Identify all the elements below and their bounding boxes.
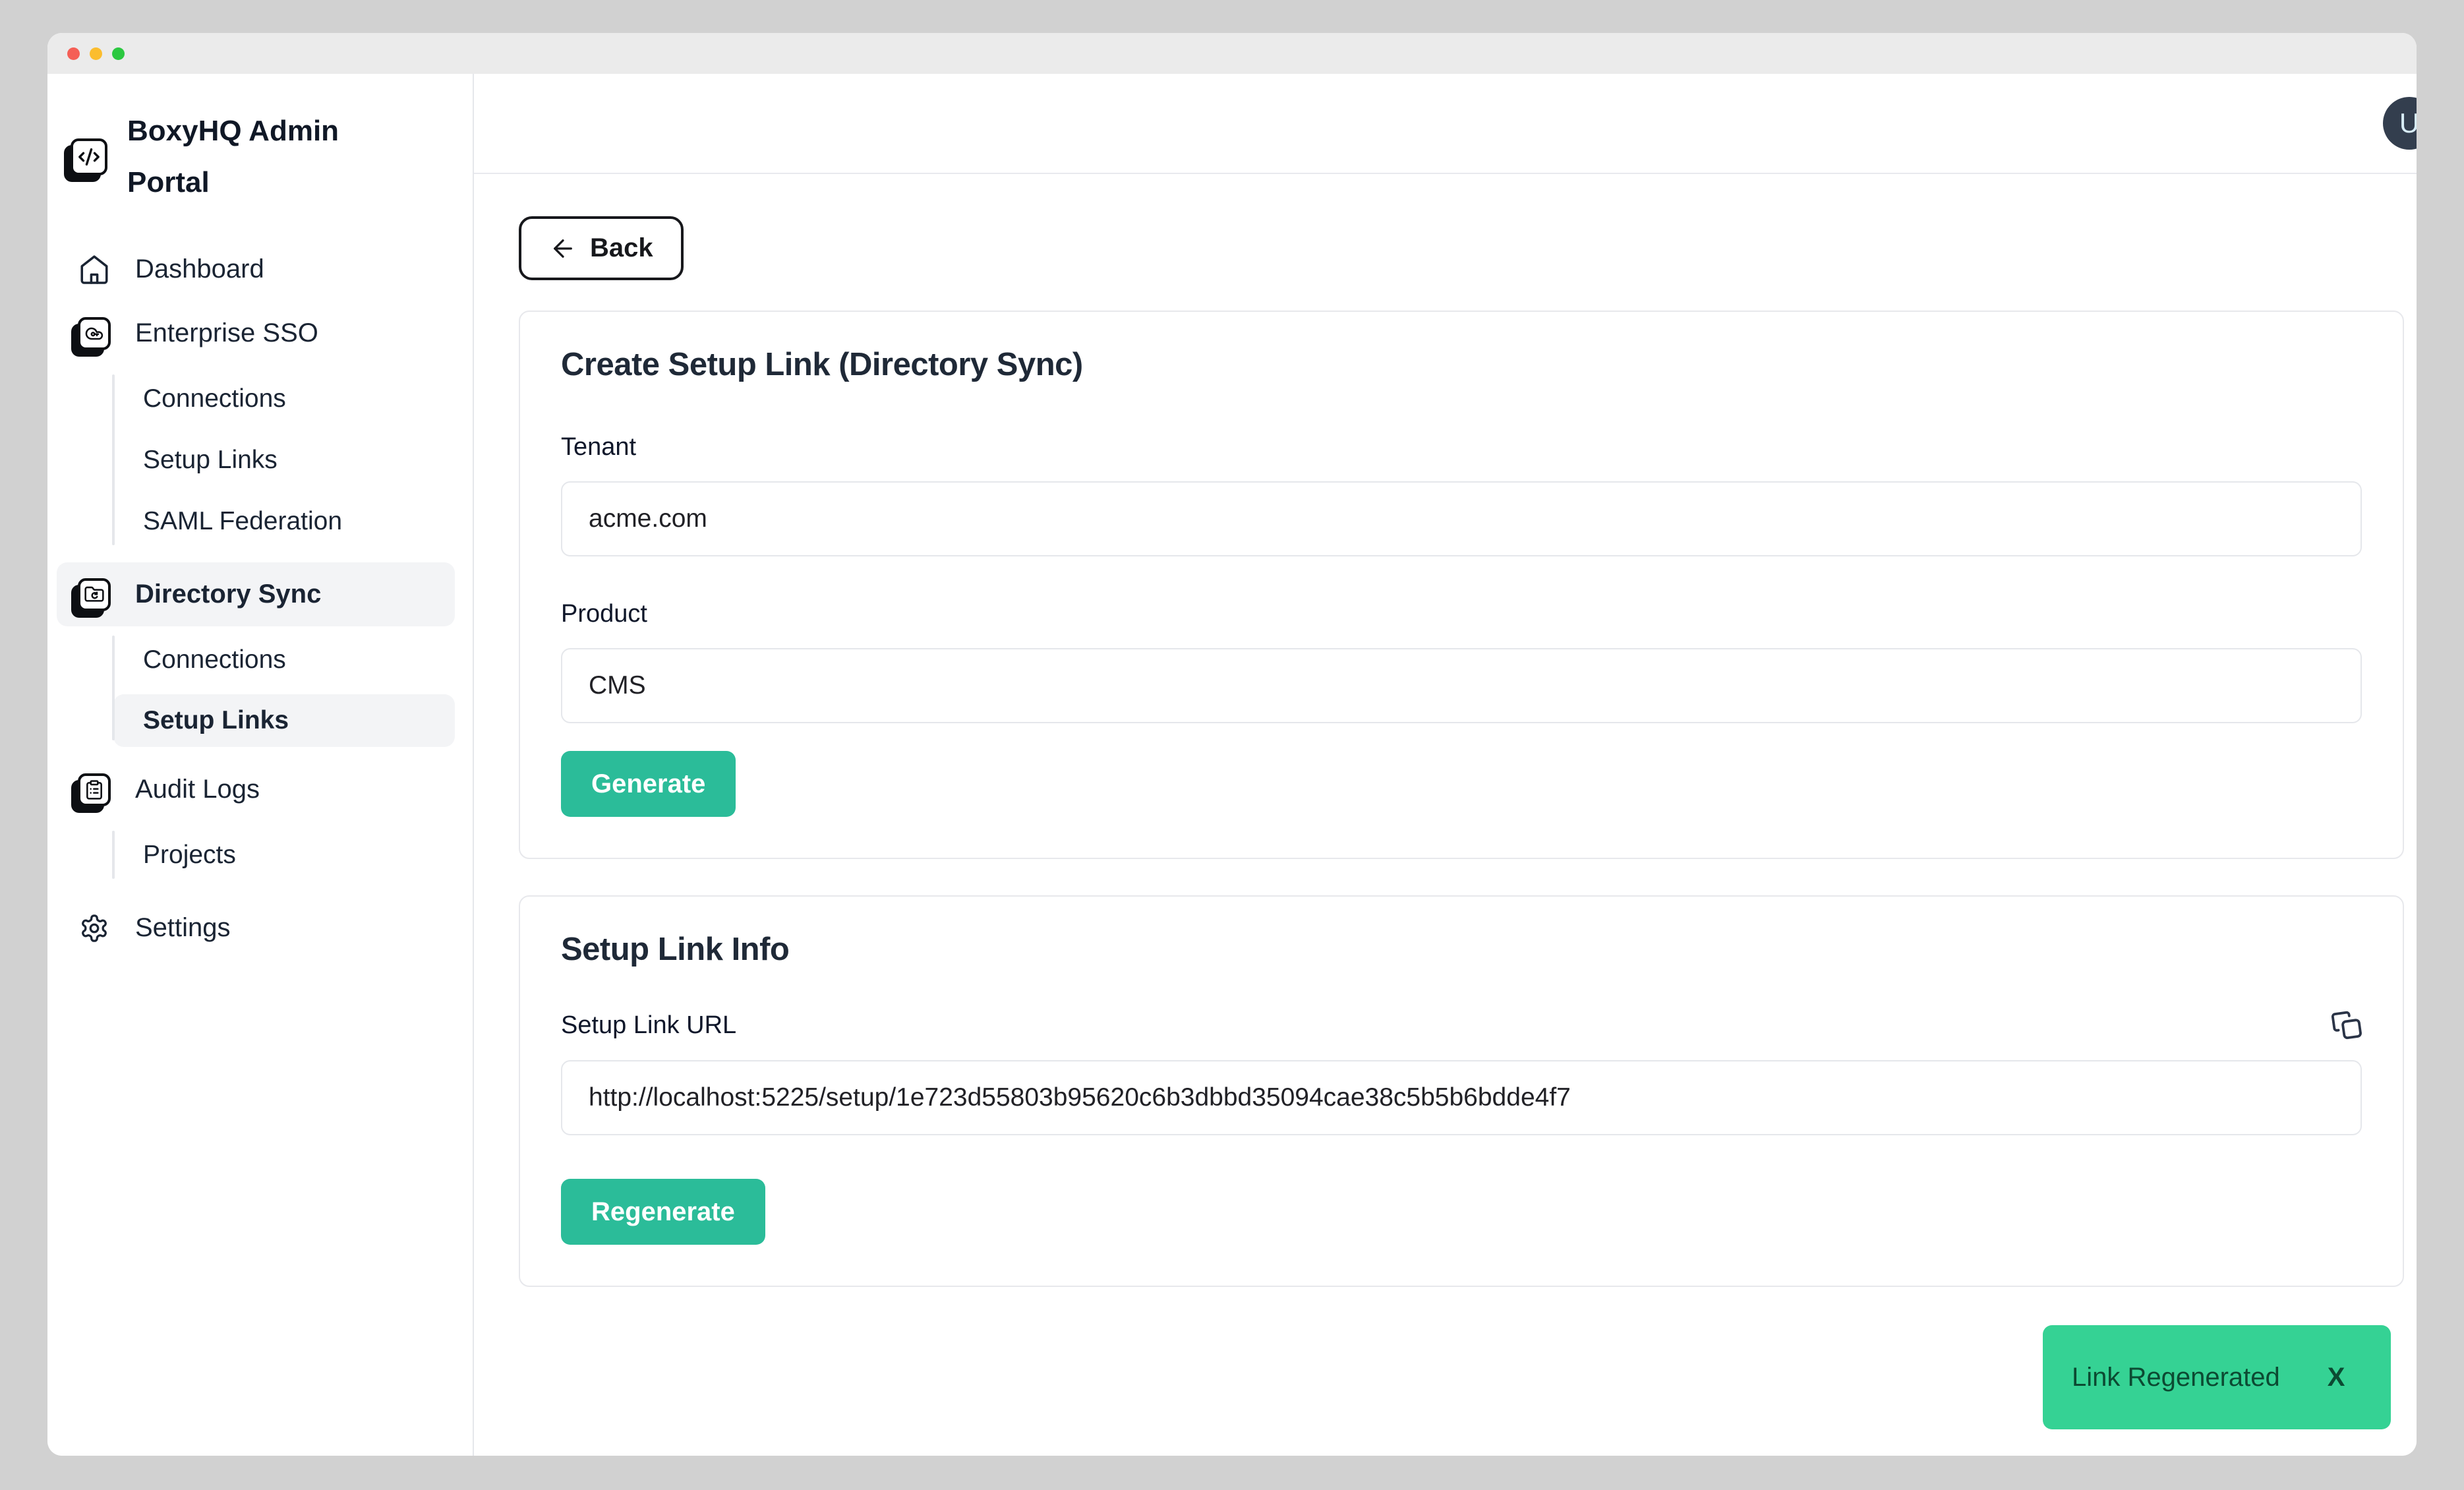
- sidebar-item-label: Enterprise SSO: [135, 318, 318, 348]
- sidebar-item-enterprise-sso[interactable]: Enterprise SSO: [57, 301, 455, 365]
- enterprise-sso-subnav: Connections Setup Links SAML Federation: [47, 368, 473, 552]
- app-window: BoxyHQ Admin Portal Dashboard: [47, 33, 2417, 1456]
- back-button[interactable]: Back: [519, 216, 684, 280]
- macos-titlebar: [47, 33, 2417, 74]
- subnav-guide-line: [112, 374, 115, 545]
- setup-link-url-label: Setup Link URL: [561, 1011, 736, 1040]
- boxyhq-logo-icon: [71, 138, 107, 175]
- sidebar-subitem-sso-connections[interactable]: Connections: [47, 368, 455, 429]
- sidebar-item-dashboard[interactable]: Dashboard: [57, 237, 455, 301]
- sidebar-subitem-sso-setup-links[interactable]: Setup Links: [47, 429, 455, 491]
- subnav-guide-line: [112, 636, 115, 740]
- info-card-title: Setup Link Info: [561, 931, 2362, 968]
- folder-sync-icon: [78, 578, 111, 611]
- setup-link-url-input[interactable]: [561, 1060, 2362, 1135]
- audit-logs-subnav: Projects: [47, 824, 473, 885]
- product-field-group: Product: [561, 600, 2362, 723]
- sidebar-item-label: Dashboard: [135, 254, 264, 284]
- arrow-left-icon: [549, 235, 577, 262]
- sidebar-nav: Dashboard Enterprise SSO: [47, 237, 473, 960]
- sidebar: BoxyHQ Admin Portal Dashboard: [47, 74, 474, 1456]
- tenant-field-group: Tenant: [561, 433, 2362, 556]
- sidebar-subitem-saml-federation[interactable]: SAML Federation: [47, 491, 455, 552]
- product-label: Product: [561, 600, 2362, 628]
- toast-notification: Link Regenerated X: [2043, 1325, 2391, 1429]
- close-icon[interactable]: X: [2328, 1363, 2345, 1392]
- tenant-input[interactable]: [561, 481, 2362, 556]
- sidebar-item-audit-logs[interactable]: Audit Logs: [57, 758, 455, 821]
- zoom-window-icon[interactable]: [112, 47, 125, 60]
- sidebar-subitem-projects[interactable]: Projects: [47, 824, 455, 885]
- app-logo: BoxyHQ Admin Portal: [47, 105, 473, 208]
- avatar[interactable]: U: [2383, 97, 2417, 150]
- main-header: U: [474, 74, 2417, 174]
- regenerate-button[interactable]: Regenerate: [561, 1179, 765, 1245]
- gear-icon: [71, 913, 118, 943]
- clipboard-list-icon: [78, 773, 111, 806]
- directory-sync-subnav: Connections Setup Links: [47, 629, 473, 747]
- back-button-label: Back: [590, 233, 653, 263]
- create-setup-link-card: Create Setup Link (Directory Sync) Tenan…: [519, 311, 2404, 859]
- sidebar-item-label: Directory Sync: [135, 580, 321, 609]
- sidebar-subitem-ds-setup-links[interactable]: Setup Links: [113, 694, 455, 747]
- create-card-title: Create Setup Link (Directory Sync): [561, 346, 2362, 383]
- sidebar-subitem-ds-connections[interactable]: Connections: [47, 629, 455, 690]
- product-input[interactable]: [561, 648, 2362, 723]
- sso-cloud-key-icon: [78, 317, 111, 350]
- app-title: BoxyHQ Admin Portal: [127, 105, 358, 208]
- generate-button[interactable]: Generate: [561, 751, 736, 817]
- minimize-window-icon[interactable]: [90, 47, 102, 60]
- setup-link-info-card: Setup Link Info Setup Link URL Regenerat…: [519, 895, 2404, 1287]
- sidebar-item-settings[interactable]: Settings: [57, 896, 455, 960]
- main-content: Back Create Setup Link (Directory Sync) …: [474, 174, 2417, 1287]
- home-icon: [71, 253, 118, 286]
- subnav-guide-line: [112, 831, 115, 879]
- close-window-icon[interactable]: [67, 47, 80, 60]
- avatar-initial: U: [2399, 107, 2417, 139]
- sidebar-item-label: Audit Logs: [135, 775, 260, 804]
- tenant-label: Tenant: [561, 433, 2362, 462]
- sidebar-item-label: Settings: [135, 913, 231, 943]
- main-area: U Back Create Setup Link (Directory Sync…: [474, 74, 2417, 1456]
- toast-message: Link Regenerated: [2072, 1363, 2280, 1392]
- copy-icon[interactable]: [2332, 1010, 2362, 1040]
- setup-link-url-label-row: Setup Link URL: [561, 1010, 2362, 1040]
- sidebar-item-directory-sync[interactable]: Directory Sync: [57, 562, 455, 626]
